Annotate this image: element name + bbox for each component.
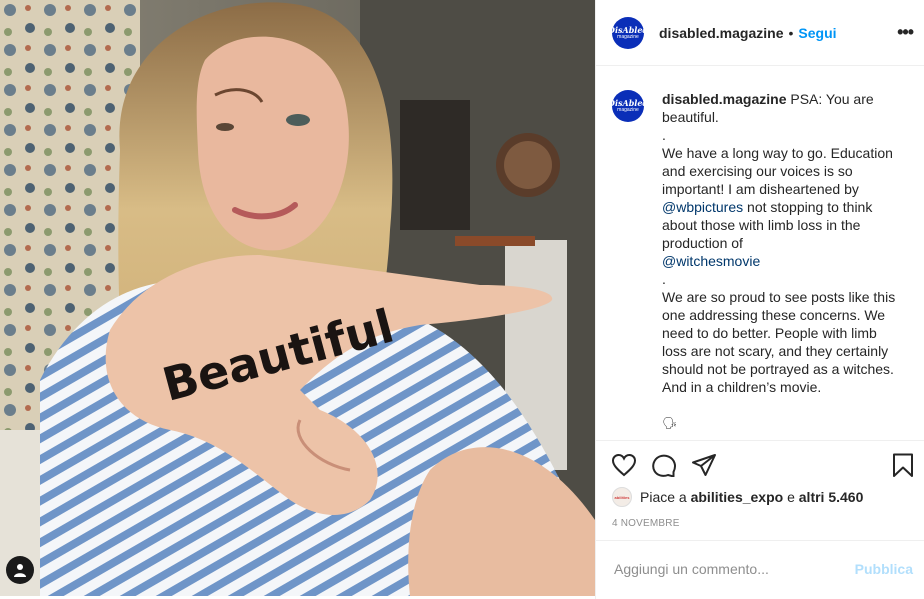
likes-prefix: Piace a xyxy=(640,489,687,505)
avatar-logo-subtext: magazine xyxy=(617,33,639,40)
caption-username[interactable]: disabled.magazine xyxy=(662,91,786,107)
avatar-logo-subtext: magazine xyxy=(617,107,639,113)
caption-line: . xyxy=(662,127,666,143)
share-icon[interactable] xyxy=(691,453,717,482)
account-username[interactable]: disabled.magazine xyxy=(659,25,783,41)
liker-username[interactable]: abilities_expo xyxy=(691,489,784,505)
caption-line: We have a long way to go. Education and … xyxy=(662,145,893,197)
follow-button[interactable]: Segui xyxy=(798,25,836,41)
post-header: DisAbled magazine disabled.magazine • Se… xyxy=(596,0,924,66)
action-bar xyxy=(596,440,924,488)
caption-row: DisAbled magazine disabled.magazine PSA:… xyxy=(596,66,924,432)
post-sidebar: DisAbled magazine disabled.magazine • Se… xyxy=(595,0,924,599)
avatar-logo-text: DisAbled xyxy=(612,98,644,108)
caption-line: . xyxy=(662,271,666,287)
bookmark-icon[interactable] xyxy=(891,453,915,482)
caption-text: disabled.magazine PSA: You are beautiful… xyxy=(662,90,902,432)
speaking-head-emoji: 🗣 xyxy=(662,416,678,430)
comments-area[interactable]: DisAbled magazine disabled.magazine PSA:… xyxy=(596,66,924,440)
add-comment-bar: Pubblica xyxy=(596,540,924,596)
comment-input[interactable] xyxy=(612,559,846,578)
mention-link[interactable]: @wbpictures xyxy=(662,199,743,215)
photo-illustration: Beautiful xyxy=(0,0,595,596)
likes-middle: e xyxy=(787,489,795,505)
caption-avatar[interactable]: DisAbled magazine xyxy=(612,90,644,122)
post-photo[interactable]: Beautiful xyxy=(0,0,595,596)
user-icon xyxy=(14,564,26,577)
likes-summary[interactable]: abilities Piace a abilities_expo e altri… xyxy=(612,487,863,507)
separator-dot: • xyxy=(788,24,794,41)
comment-icon[interactable] xyxy=(651,453,677,482)
publish-button[interactable]: Pubblica xyxy=(855,561,913,577)
avatar[interactable]: DisAbled magazine xyxy=(612,16,644,49)
mention-link[interactable]: @witchesmovie xyxy=(662,253,760,269)
heart-icon[interactable] xyxy=(611,453,637,482)
caption-line: We are so proud to see posts like this o… xyxy=(662,289,896,395)
tagged-users-button[interactable] xyxy=(6,556,34,584)
post-date[interactable]: 4 NOVEMBRE xyxy=(612,518,680,529)
more-options-icon[interactable]: ••• xyxy=(897,22,914,43)
liker-avatar: abilities xyxy=(612,487,632,507)
likes-count[interactable]: altri 5.460 xyxy=(799,489,864,505)
avatar-logo-text: DisAbled xyxy=(612,24,644,35)
